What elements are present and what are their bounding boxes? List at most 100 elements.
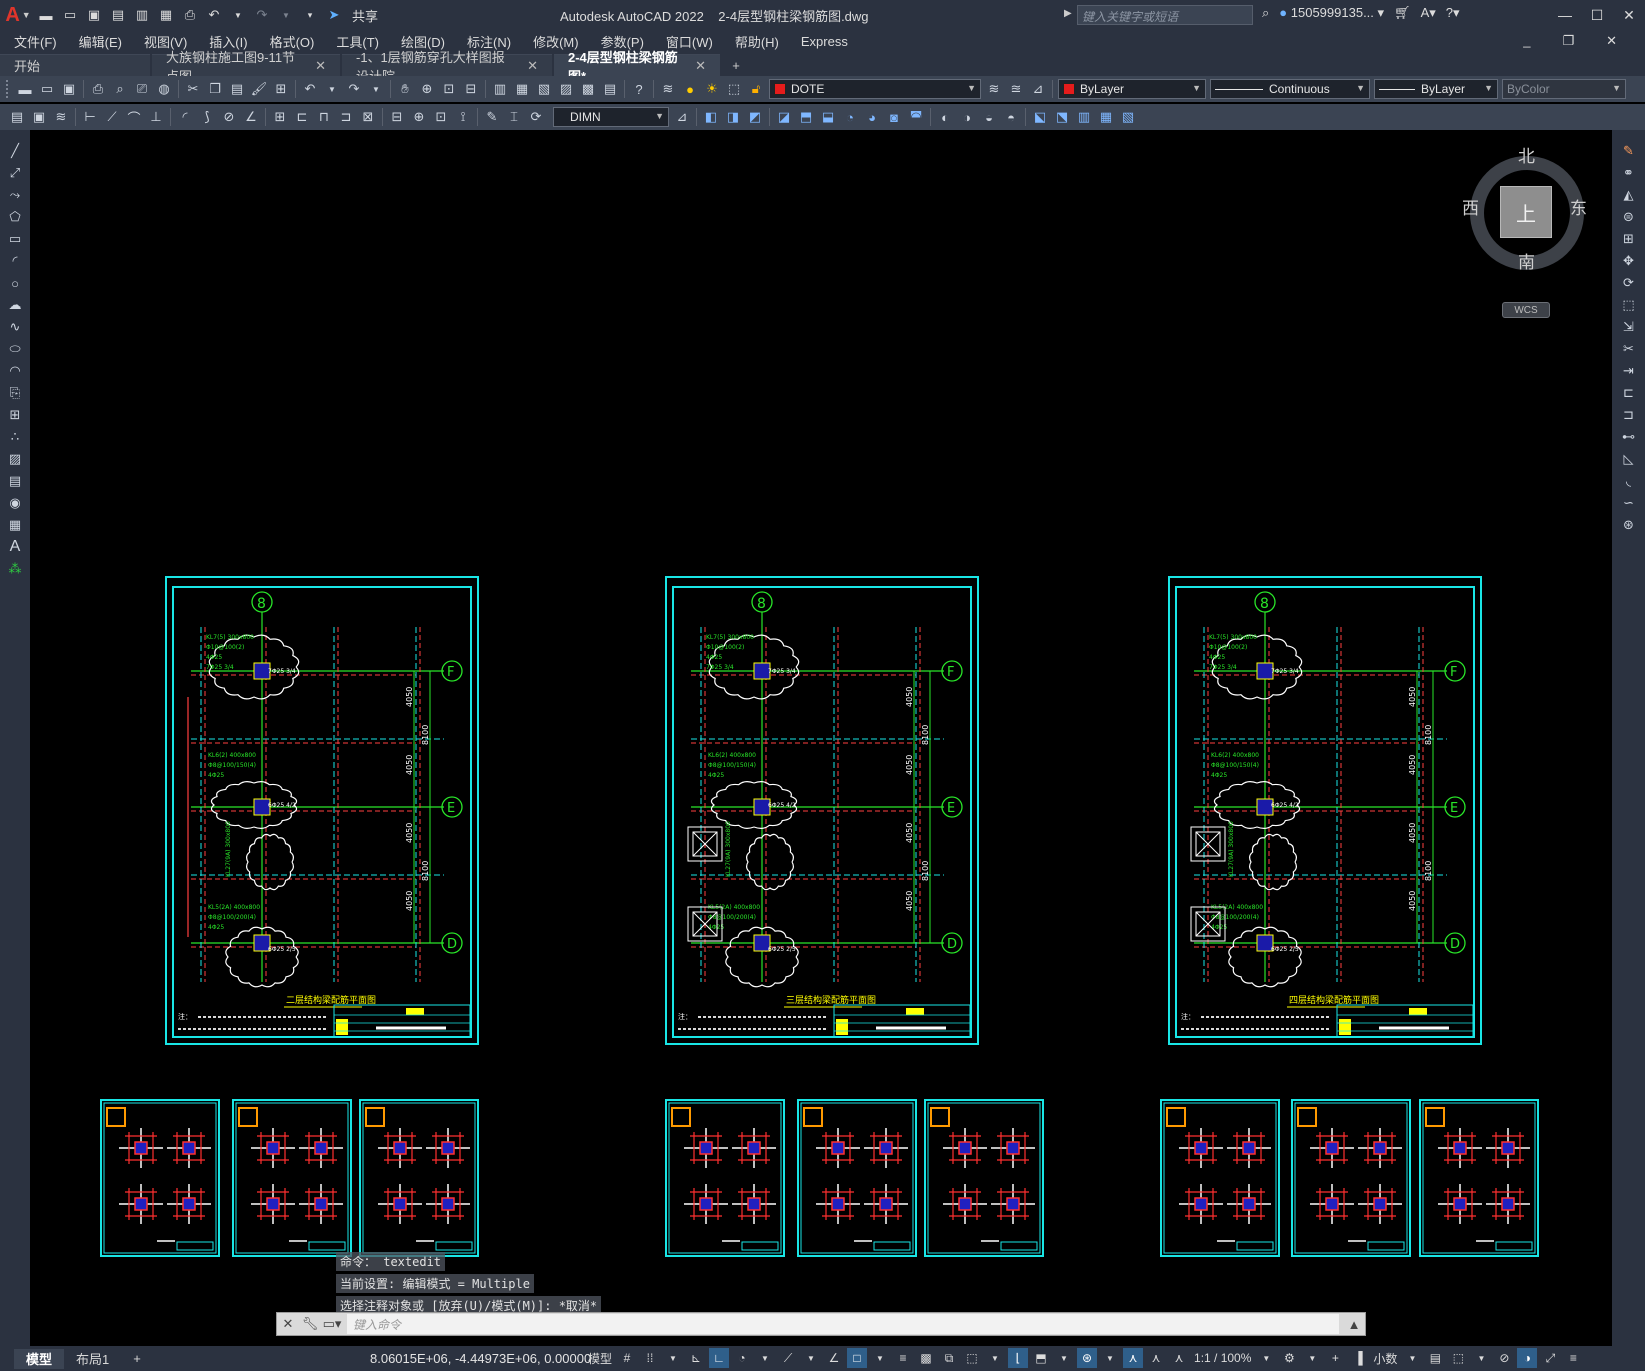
3d-mirror-icon[interactable]: ▧ [1117, 106, 1139, 128]
design-center-icon[interactable]: ▦ [511, 78, 533, 100]
layer-freeze-icon[interactable]: ☀ [701, 78, 723, 100]
scale-icon[interactable]: ⬚ [1618, 294, 1640, 316]
clean-screen-icon[interactable]: ⤢ [1540, 1348, 1560, 1368]
new-icon[interactable]: ▬ [36, 5, 56, 25]
layer-isolate-icon[interactable]: ≋ [50, 106, 72, 128]
graphics-performance-icon[interactable]: ◑ [1517, 1348, 1538, 1368]
menu-file[interactable]: 文件(F) [14, 32, 57, 51]
chamfer-icon[interactable]: ◺ [1618, 448, 1640, 470]
subtract-icon[interactable]: ◚ [905, 106, 927, 128]
3d-array-icon[interactable]: ▦ [1095, 106, 1117, 128]
share-icon[interactable]: ➤ [324, 5, 344, 25]
loft-icon[interactable]: ◕ [861, 106, 883, 128]
extrude-icon[interactable]: ◪ [773, 106, 795, 128]
tab-model[interactable]: 模型 [14, 1348, 65, 1369]
customize-icon[interactable]: 🔧︎ [299, 1313, 321, 1335]
revision-cloud-icon[interactable]: ☁︎ [4, 294, 26, 316]
extend-icon[interactable]: ⇥ [1618, 360, 1640, 382]
undo-icon[interactable]: ↶ [299, 78, 321, 100]
hatch-icon[interactable]: ▨ [4, 448, 26, 470]
selection-filter-icon[interactable]: ⬒ [1031, 1348, 1051, 1368]
layer-viewport-icon[interactable]: ⬚ [723, 78, 745, 100]
polar-dropdown-icon[interactable]: ▼ [755, 1348, 775, 1368]
dimstyle-dropdown[interactable]: DIMN ▼ [553, 107, 669, 127]
dimension-update-icon[interactable]: ⟳ [525, 106, 547, 128]
3d-move-icon[interactable]: ⬕ [1029, 106, 1051, 128]
multiline-text-icon[interactable]: A [4, 536, 26, 558]
make-block-icon[interactable]: ⊞ [4, 404, 26, 426]
snap-icon[interactable]: ⁞⁞ [640, 1348, 660, 1368]
model-space-canvas[interactable]: 8 4050 4050 4050 4050 8100 8100 F E D KL7(5) 300x8… [30, 130, 1612, 1346]
tab-layout1[interactable]: 布局1 [64, 1349, 121, 1369]
continue-dimension-icon[interactable]: ⊓ [313, 106, 335, 128]
print-icon[interactable]: ⎙ [180, 5, 200, 25]
circle-icon[interactable]: ○ [4, 272, 26, 294]
zoom-realtime-icon[interactable]: ⊕ [416, 78, 438, 100]
autodesk-a360-icon[interactable]: A▾ [1421, 5, 1436, 21]
tab-drawing-2[interactable]: -1、1层钢筋穿孔大样图报设计院✕ [342, 50, 552, 84]
customize-qat-icon[interactable]: ▾ [300, 5, 320, 25]
fillet-icon[interactable]: ◟ [1618, 470, 1640, 492]
baseline-dimension-icon[interactable]: ⊏ [291, 106, 313, 128]
close-icon[interactable]: ✕ [527, 58, 538, 74]
plotstyle-dropdown[interactable]: ByColor ▼ [1502, 79, 1626, 99]
ordinate-dimension-icon[interactable]: ⊥ [145, 106, 167, 128]
section-plane-icon[interactable]: ◓ [1000, 106, 1022, 128]
lineweight-icon[interactable]: ≡ [893, 1348, 913, 1368]
insert-block-icon[interactable]: ⎘ [4, 382, 26, 404]
properties-icon[interactable]: ▥ [489, 78, 511, 100]
move-icon[interactable]: ✥ [1618, 250, 1640, 272]
share-button[interactable]: 共享 [352, 6, 378, 25]
minimize-button[interactable]: — [1549, 0, 1581, 30]
center-mark-icon[interactable]: ⊕ [408, 106, 430, 128]
offset-icon[interactable]: ⊜ [1618, 206, 1640, 228]
maximize-button[interactable]: ☐ [1581, 0, 1613, 30]
region-icon[interactable]: ◉ [4, 492, 26, 514]
polygon-icon[interactable]: ⬠ [4, 206, 26, 228]
3d-osnap-icon[interactable]: ⬚ [962, 1348, 982, 1368]
copy-icon[interactable]: ❐ [204, 78, 226, 100]
zoom-previous-icon[interactable]: ⊟ [460, 78, 482, 100]
close-icon[interactable]: ✕ [315, 58, 326, 74]
annotation-monitor-icon[interactable]: + [1325, 1348, 1345, 1368]
redo-icon[interactable]: ↷ [343, 78, 365, 100]
stretch-icon[interactable]: ⇲ [1618, 316, 1640, 338]
trim-icon[interactable]: ✂ [1618, 338, 1640, 360]
zoom-window-icon[interactable]: ⊡ [438, 78, 460, 100]
layer-manager-icon[interactable]: ▤ [6, 106, 28, 128]
view-cube[interactable]: 上 北 南 东 西 WCS [1462, 147, 1592, 318]
search-icon[interactable]: ⌕ [1262, 5, 1269, 21]
tool-palettes-icon[interactable]: ▧ [533, 78, 555, 100]
cloud-save-icon[interactable]: ▦ [156, 5, 176, 25]
revolve-icon[interactable]: ◔ [839, 106, 861, 128]
close-button[interactable]: ✕ [1613, 0, 1645, 30]
angular-dimension-icon[interactable]: ∠ [240, 106, 262, 128]
customization-icon[interactable]: ≡ [1563, 1348, 1583, 1368]
spline-icon[interactable]: ∿ [4, 316, 26, 338]
object-snap-tracking-icon[interactable]: ∠ [824, 1348, 844, 1368]
object-snap-icon[interactable]: □ [847, 1348, 868, 1368]
cylinder-icon[interactable]: ◩ [744, 106, 766, 128]
layer-on-icon[interactable]: ● [679, 78, 701, 100]
lock-ui-dropdown-icon[interactable]: ▼ [1471, 1348, 1491, 1368]
break-icon[interactable]: ⊐ [1618, 404, 1640, 426]
selection-filter-dropdown-icon[interactable]: ▼ [1054, 1348, 1074, 1368]
sheet-set-icon[interactable]: ▨ [555, 78, 577, 100]
search-input[interactable]: 键入关键字或短语 [1077, 5, 1253, 25]
aligned-dimension-icon[interactable]: ⟋ [101, 106, 123, 128]
lineweight-dropdown[interactable]: ByLayer ▼ [1374, 79, 1498, 99]
save-icon[interactable]: ▣ [84, 5, 104, 25]
break-at-point-icon[interactable]: ⊏ [1618, 382, 1640, 404]
make-current-layer-icon[interactable]: ≋ [983, 78, 1005, 100]
plot-icon[interactable]: ⎙ [87, 78, 109, 100]
add-layout-button[interactable]: + [121, 1349, 153, 1369]
polyline-icon[interactable]: ⤳ [4, 184, 26, 206]
transparency-icon[interactable]: ▩ [916, 1348, 936, 1368]
compass-north[interactable]: 北 [1518, 142, 1535, 167]
inspection-icon[interactable]: ⊡ [430, 106, 452, 128]
explode-icon[interactable]: ⊛ [1618, 514, 1640, 536]
tab-drawing-active[interactable]: 2-4层型钢柱梁钢筋图*✕ [554, 50, 720, 84]
help-icon[interactable]: ? [628, 78, 650, 100]
selection-cycling-icon[interactable]: ⧉ [939, 1348, 959, 1368]
ellipse-arc-icon[interactable]: ◠ [4, 360, 26, 382]
